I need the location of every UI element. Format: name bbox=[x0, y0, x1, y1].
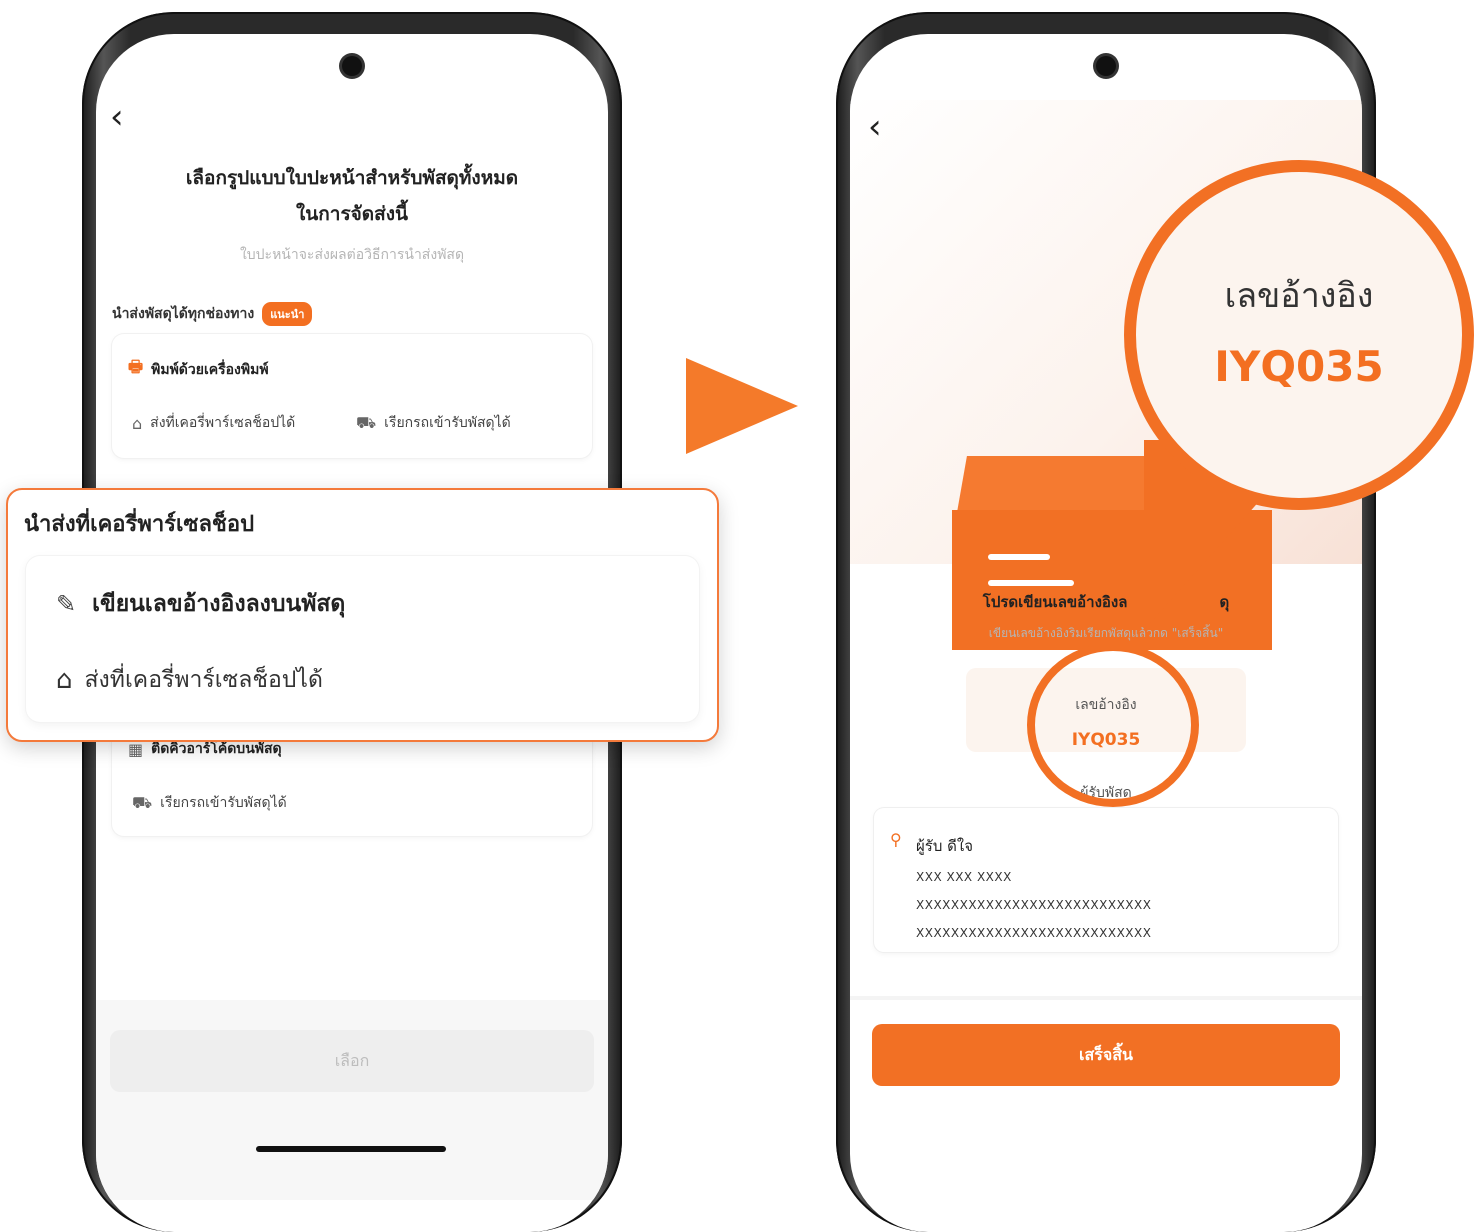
receiver-phone: XXX XXX XXXX bbox=[916, 870, 1012, 884]
receiver-name: ผู้รับ ดีใจ bbox=[916, 837, 973, 855]
magnifier-label: เลขอ้างอิง bbox=[1224, 276, 1374, 316]
popup-inner-card: ✎ เขียนเลขอ้างอิงลงบนพัสดุ ⌂ ส่งที่เคอรี… bbox=[26, 556, 699, 722]
option-print-feature-pickup: ⛟ เรียกรถเข้ารับพัสดุได้ bbox=[356, 412, 511, 434]
camera-hole bbox=[1096, 56, 1116, 76]
popup-row-shop: ⌂ ส่งที่เคอรี่พาร์เซลช็อปได้ bbox=[56, 662, 323, 698]
receiver-address-line1: XXXXXXXXXXXXXXXXXXXXXXXXXXX bbox=[916, 898, 1152, 912]
popup-row1-text: เขียนเลขอ้างอิงลงบนพัสดุ bbox=[92, 591, 346, 617]
camera-hole bbox=[342, 56, 362, 76]
option-print-card[interactable]: 🖶 พิมพ์ด้วยเครื่องพิมพ์ ⌂ ส่งที่เคอรี่พา… bbox=[112, 334, 592, 458]
recommend-badge: แนะนำ bbox=[262, 302, 313, 326]
option-print-feature-shop: ⌂ ส่งที่เคอรี่พาร์เซลช็อปได้ bbox=[132, 412, 295, 434]
store-icon: ⌂ bbox=[56, 665, 73, 695]
pencil-icon: ✎ bbox=[56, 590, 77, 618]
feature-pickup-label: เรียกรถเข้ารับพัสดุได้ bbox=[384, 415, 511, 431]
option-print-title: พิมพ์ด้วยเครื่องพิมพ์ bbox=[151, 361, 269, 378]
feature-shop-label: ส่งที่เคอรี่พาร์เซลช็อปได้ bbox=[150, 415, 296, 431]
page-title-line2: ในการจัดส่งนี้ bbox=[296, 203, 408, 225]
magnifier-focus-ring bbox=[1027, 643, 1199, 807]
popup-title: นำส่งที่เคอรี่พาร์เซลช็อป bbox=[24, 512, 255, 537]
done-button[interactable]: เสร็จสิ้น bbox=[872, 1024, 1340, 1086]
popup-row-write-ref: ✎ เขียนเลขอ้างอิงลงบนพัสดุ bbox=[56, 586, 345, 622]
section-label: นำส่งพัสดุได้ทุกช่องทาง แนะนำ bbox=[112, 302, 313, 326]
select-button[interactable]: เลือก bbox=[110, 1030, 594, 1092]
home-indicator bbox=[256, 1146, 446, 1152]
page-subtitle: ใบปะหน้าจะส่งผลต่อวิธีการนำส่งพัสดุ bbox=[239, 247, 465, 263]
shop-dropoff-popup: นำส่งที่เคอรี่พาร์เซลช็อป ✎ เขียนเลขอ้าง… bbox=[6, 488, 719, 742]
location-pin-icon: ⚲ bbox=[890, 830, 902, 849]
store-icon: ⌂ bbox=[132, 413, 143, 433]
truck-icon: ⛟ bbox=[356, 412, 377, 432]
parcel-label-line bbox=[988, 554, 1050, 560]
page-title-line1: เลือกรูปแบบใบปะหน้าสำหรับพัสดุทั้งหมด bbox=[185, 167, 519, 189]
back-chevron-icon[interactable]: ‹ bbox=[868, 110, 882, 144]
page-title: เลือกรูปแบบใบปะหน้าสำหรับพัสดุทั้งหมด ใน… bbox=[96, 160, 608, 232]
parcel-label-line bbox=[988, 580, 1074, 586]
option-print-title-row: 🖶 พิมพ์ด้วยเครื่องพิมพ์ bbox=[128, 356, 269, 383]
popup-row2-text: ส่งที่เคอรี่พาร์เซลช็อปได้ bbox=[84, 667, 323, 693]
back-chevron-icon[interactable]: ‹ bbox=[110, 100, 124, 134]
magnifier-code: IYQ035 bbox=[1214, 342, 1384, 391]
feature-pickup-label: เรียกรถเข้ารับพัสดุได้ bbox=[160, 795, 287, 811]
truck-icon: ⛟ bbox=[132, 792, 153, 812]
option-qr-feature-pickup: ⛟ เรียกรถเข้ารับพัสดุได้ bbox=[132, 792, 287, 814]
qr-code-icon: ▦ bbox=[128, 739, 144, 759]
section-label-text: นำส่งพัสดุได้ทุกช่องทาง bbox=[112, 306, 255, 322]
play-arrow-icon bbox=[686, 358, 798, 454]
receiver-address-line2: XXXXXXXXXXXXXXXXXXXXXXXXXXX bbox=[916, 926, 1152, 940]
instruction-title-text: โปรดเขียนเลขอ้างอิงล bbox=[982, 593, 1128, 611]
magnifier-callout: เลขอ้างอิง IYQ035 bbox=[1124, 160, 1474, 510]
printer-icon: 🖶 bbox=[128, 357, 144, 376]
divider bbox=[850, 996, 1362, 1000]
